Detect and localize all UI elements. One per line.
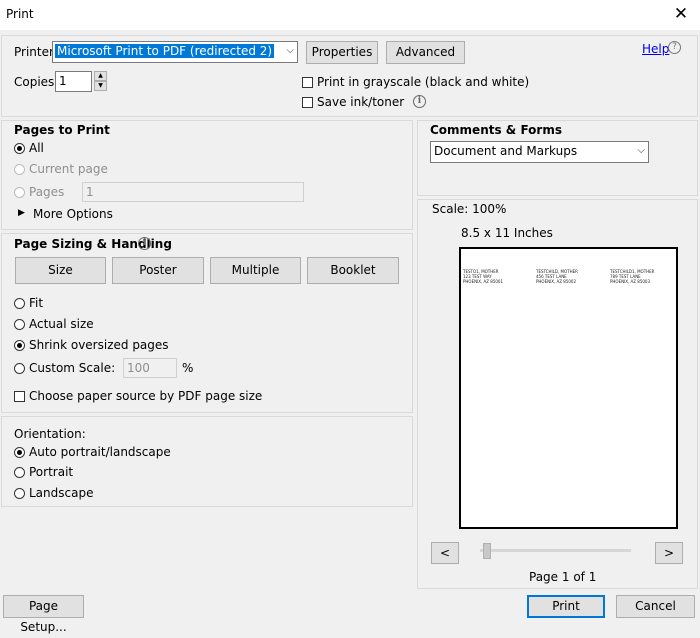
printer-select-value: Microsoft Print to PDF (redirected 2) [55, 44, 275, 58]
custom-scale-input[interactable]: 100 [123, 358, 177, 378]
shrink-oversized-radio[interactable] [14, 340, 25, 351]
all-pages-label: All [29, 141, 44, 155]
copies-label: Copies: [14, 75, 59, 89]
paper-source-checkbox[interactable] [14, 391, 25, 402]
copies-input[interactable]: 1 [55, 71, 92, 92]
paper-size-label: 8.5 x 11 Inches [461, 226, 553, 240]
pages-to-print-heading: Pages to Print [14, 123, 110, 137]
custom-scale-radio[interactable] [14, 363, 25, 374]
cancel-button[interactable]: Cancel [616, 595, 695, 618]
portrait-label: Portrait [29, 465, 74, 479]
close-icon[interactable]: ✕ [670, 3, 692, 25]
shrink-oversized-label: Shrink oversized pages [29, 338, 169, 352]
orientation-heading: Orientation: [14, 427, 86, 441]
actual-size-radio[interactable] [14, 319, 25, 330]
info-icon[interactable]: i [138, 237, 151, 250]
advanced-button[interactable]: Advanced [386, 41, 465, 64]
chevron-down-icon: ⌵ [637, 145, 645, 156]
save-ink-label: Save ink/toner [317, 95, 405, 109]
auto-orientation-radio[interactable] [14, 447, 25, 458]
previous-page-button[interactable]: < [431, 542, 459, 564]
fit-label: Fit [29, 296, 44, 310]
actual-size-label: Actual size [29, 317, 94, 331]
next-page-button[interactable]: > [655, 542, 683, 564]
current-page-label: Current page [29, 162, 108, 176]
page-slider-track[interactable] [480, 549, 631, 552]
page-setup-button[interactable]: Page Setup... [3, 595, 84, 634]
scale-label: Scale: 100% [432, 202, 507, 216]
properties-button[interactable]: Properties [306, 41, 378, 64]
custom-scale-label: Custom Scale: [29, 361, 116, 375]
help-link[interactable]: Help [642, 42, 669, 56]
size-tab[interactable]: Size [15, 257, 106, 284]
more-options-toggle[interactable]: More Options [33, 207, 113, 221]
current-page-radio[interactable] [14, 164, 25, 175]
comments-forms-select-value: Document and Markups [434, 144, 578, 158]
auto-orientation-label: Auto portrait/landscape [29, 445, 171, 459]
booklet-tab[interactable]: Booklet [307, 257, 399, 284]
help-icon[interactable]: ? [668, 41, 681, 54]
pages-range-label: Pages [29, 185, 65, 199]
paper-source-label: Choose paper source by PDF page size [29, 389, 263, 403]
title-bar [0, 0, 700, 30]
landscape-label: Landscape [29, 486, 94, 500]
address-label: TESTO1, MOTHER 123 TEST WAY PHOENIX, AZ … [463, 269, 504, 284]
save-ink-checkbox[interactable] [302, 97, 313, 108]
print-button[interactable]: Print [527, 595, 605, 618]
poster-tab[interactable]: Poster [112, 257, 204, 284]
grayscale-label: Print in grayscale (black and white) [317, 75, 530, 89]
copies-decrement[interactable]: ▼ [94, 81, 107, 91]
copies-increment[interactable]: ▲ [94, 71, 107, 81]
grayscale-checkbox[interactable] [302, 77, 313, 88]
info-icon[interactable]: i [413, 95, 426, 108]
fit-radio[interactable] [14, 298, 25, 309]
address-label: TESTCHILD1, MOTHER 789 TEST LANE PHOENIX… [610, 269, 655, 284]
page-indicator: Page 1 of 1 [529, 570, 597, 584]
percent-label: % [182, 361, 194, 375]
printer-select[interactable]: Microsoft Print to PDF (redirected 2) ⌵ [52, 41, 298, 63]
address-label: TESTCHILD, MOTHER 456 TEST LANE PHOENIX,… [536, 269, 578, 284]
comments-forms-heading: Comments & Forms [430, 123, 562, 137]
caret-right-icon[interactable]: ▶ [18, 208, 25, 218]
portrait-radio[interactable] [14, 467, 25, 478]
pages-range-input[interactable]: 1 [82, 182, 304, 202]
chevron-down-icon: ⌵ [286, 45, 294, 56]
page-slider-thumb[interactable] [483, 543, 491, 559]
all-pages-radio[interactable] [14, 143, 25, 154]
page-preview: TESTO1, MOTHER 123 TEST WAY PHOENIX, AZ … [459, 247, 678, 529]
landscape-radio[interactable] [14, 488, 25, 499]
comments-forms-select[interactable]: Document and Markups ⌵ [430, 141, 649, 163]
multiple-tab[interactable]: Multiple [210, 257, 301, 284]
pages-range-radio[interactable] [14, 187, 25, 198]
window-title: Print [6, 7, 34, 21]
